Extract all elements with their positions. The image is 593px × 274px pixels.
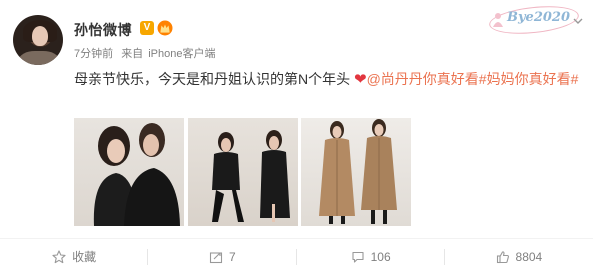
photo-2-figures (212, 130, 290, 222)
hashtag-link[interactable]: #妈妈你真好看# (479, 71, 579, 87)
post-text-main: 母亲节快乐，今天是和丹姐认识的第N个年头 (74, 71, 351, 87)
username[interactable]: 孙怡微博 (74, 20, 132, 40)
photo-3-figures (319, 119, 397, 224)
like-count: 8804 (515, 249, 543, 264)
timestamp[interactable]: 7分钟前 (74, 48, 113, 60)
repost-count: 7 (229, 249, 236, 264)
post-photo-3[interactable] (301, 118, 411, 226)
avatar-body (19, 51, 59, 65)
watermark-text: Bye2020 (507, 10, 570, 25)
comment-icon (352, 251, 364, 263)
mention-link[interactable]: @尚丹丹你真好看 (367, 71, 479, 87)
post-meta: 7分钟前 来自 iPhone客户端 (74, 45, 220, 61)
chevron-down-icon[interactable] (572, 15, 584, 27)
avatar[interactable] (13, 15, 63, 65)
comment-button[interactable]: 106 (297, 239, 445, 274)
like-button[interactable]: 8804 (445, 239, 593, 274)
favorite-button[interactable]: 收藏 (0, 239, 149, 274)
repost-icon (209, 251, 223, 263)
watermark-figure-icon (493, 13, 503, 27)
comment-count: 106 (370, 249, 391, 264)
post-photo-1[interactable] (74, 118, 184, 226)
watermark-logo: Bye2020 (487, 2, 581, 38)
thumbs-up-icon (496, 250, 509, 263)
repost-button[interactable]: 7 (148, 239, 297, 274)
avatar-face (32, 26, 48, 46)
photo-1-figures (93, 123, 180, 226)
crown-badge-icon[interactable] (157, 20, 173, 36)
action-bar: 收藏 7 106 8804 (0, 239, 593, 274)
favorite-label: 收藏 (72, 250, 97, 264)
post-photo-2[interactable] (188, 118, 298, 226)
source-client[interactable]: iPhone客户端 (148, 48, 215, 60)
source-prefix: 来自 (121, 48, 144, 60)
verified-badge-icon[interactable]: V (140, 21, 154, 35)
heart-icon: ❤ (354, 71, 367, 88)
post-text: 母亲节快乐，今天是和丹姐认识的第N个年头 ❤@尚丹丹你真好看#妈妈你真好看# (74, 67, 579, 92)
star-icon (52, 249, 66, 263)
